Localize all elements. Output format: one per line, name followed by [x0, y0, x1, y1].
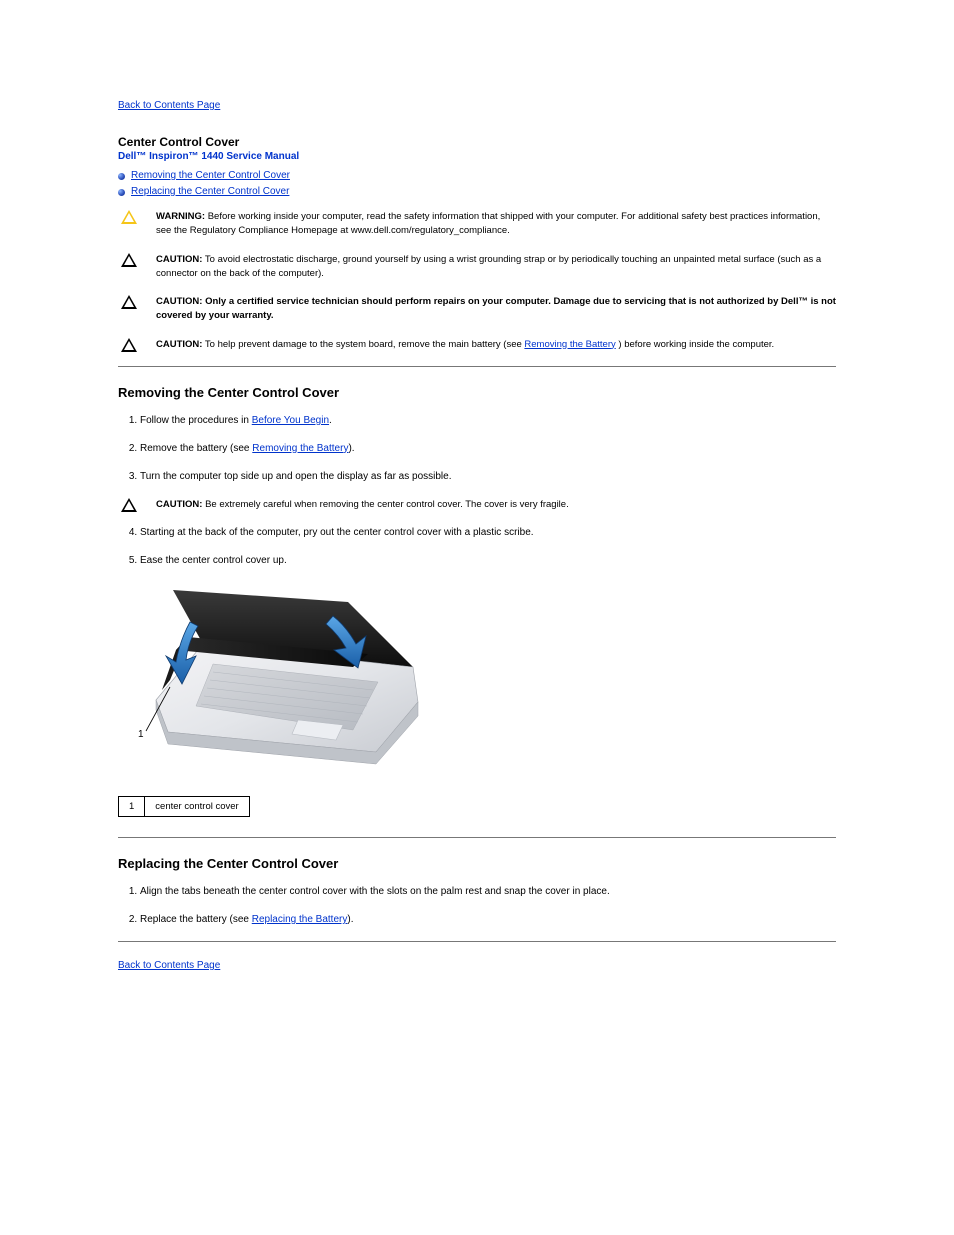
- caution-icon: [121, 295, 137, 309]
- caution-text-after: ) before working inside the computer.: [618, 339, 774, 350]
- caution-label: CAUTION:: [156, 499, 202, 510]
- caution-text: Be extremely careful when removing the c…: [205, 499, 569, 510]
- caution-text: Only a certified service technician shou…: [156, 296, 836, 321]
- before-you-begin-link[interactable]: Before You Begin: [252, 415, 329, 426]
- page-title: Center Control Cover: [118, 135, 836, 149]
- caution-label: CAUTION:: [156, 339, 202, 350]
- step-1: Follow the procedures in Before You Begi…: [140, 414, 836, 428]
- caution-icon: [121, 253, 137, 267]
- caution-label: CAUTION:: [156, 254, 202, 265]
- removing-battery-link[interactable]: Removing the Battery: [524, 339, 615, 350]
- section-replace-title: Replacing the Center Control Cover: [118, 856, 836, 871]
- caution-text: To avoid electrostatic discharge, ground…: [156, 254, 821, 279]
- bullet-icon: [118, 173, 125, 180]
- bullet-icon: [118, 189, 125, 196]
- caution-block-3: CAUTION: To help prevent damage to the s…: [118, 338, 836, 352]
- caution-block-2: CAUTION: Only a certified service techni…: [118, 295, 836, 324]
- caution-block-1: CAUTION: To avoid electrostatic discharg…: [118, 253, 836, 282]
- divider: [118, 366, 836, 367]
- step-3: Turn the computer top side up and open t…: [140, 470, 836, 484]
- toc-remove-link[interactable]: Removing the Center Control Cover: [131, 168, 290, 184]
- svg-text:1: 1: [138, 729, 144, 740]
- toc-replace-link[interactable]: Replacing the Center Control Cover: [131, 184, 289, 200]
- warning-text: Before working inside your computer, rea…: [156, 211, 820, 236]
- warning-label: WARNING:: [156, 211, 205, 222]
- caution-icon: [121, 498, 137, 512]
- remove-steps-2: Starting at the back of the computer, pr…: [118, 526, 836, 568]
- removing-battery-link-2[interactable]: Removing the Battery: [252, 443, 348, 454]
- back-to-contents-top[interactable]: Back to Contents Page: [118, 100, 220, 111]
- label-text: center control cover: [145, 797, 249, 817]
- step-r1: Align the tabs beneath the center contro…: [140, 885, 836, 899]
- step-r2: Replace the battery (see Replacing the B…: [140, 913, 836, 927]
- section-remove-title: Removing the Center Control Cover: [118, 385, 836, 400]
- step-2: Remove the battery (see Removing the Bat…: [140, 442, 836, 456]
- caution-icon: [121, 338, 137, 352]
- divider: [118, 837, 836, 838]
- label-num: 1: [119, 797, 145, 817]
- caution-text-before: To help prevent damage to the system boa…: [205, 339, 524, 350]
- manual-title: Dell™ Inspiron™ 1440 Service Manual: [118, 151, 836, 162]
- caution-label: CAUTION:: [156, 296, 202, 307]
- remove-steps: Follow the procedures in Before You Begi…: [118, 414, 836, 484]
- figure-center-control-cover: 1: [118, 582, 428, 782]
- toc-list: Removing the Center Control Cover Replac…: [118, 168, 836, 200]
- back-to-contents-bottom[interactable]: Back to Contents Page: [118, 960, 220, 971]
- inner-caution-block: CAUTION: Be extremely careful when remov…: [118, 498, 836, 512]
- step-5: Ease the center control cover up.: [140, 554, 836, 568]
- divider: [118, 941, 836, 942]
- step-4: Starting at the back of the computer, pr…: [140, 526, 836, 540]
- figure-label-table: 1 center control cover: [118, 796, 250, 817]
- warning-block: WARNING: Before working inside your comp…: [118, 210, 836, 239]
- replace-steps: Align the tabs beneath the center contro…: [118, 885, 836, 927]
- warning-icon: [121, 210, 137, 224]
- replacing-battery-link[interactable]: Replacing the Battery: [252, 914, 348, 925]
